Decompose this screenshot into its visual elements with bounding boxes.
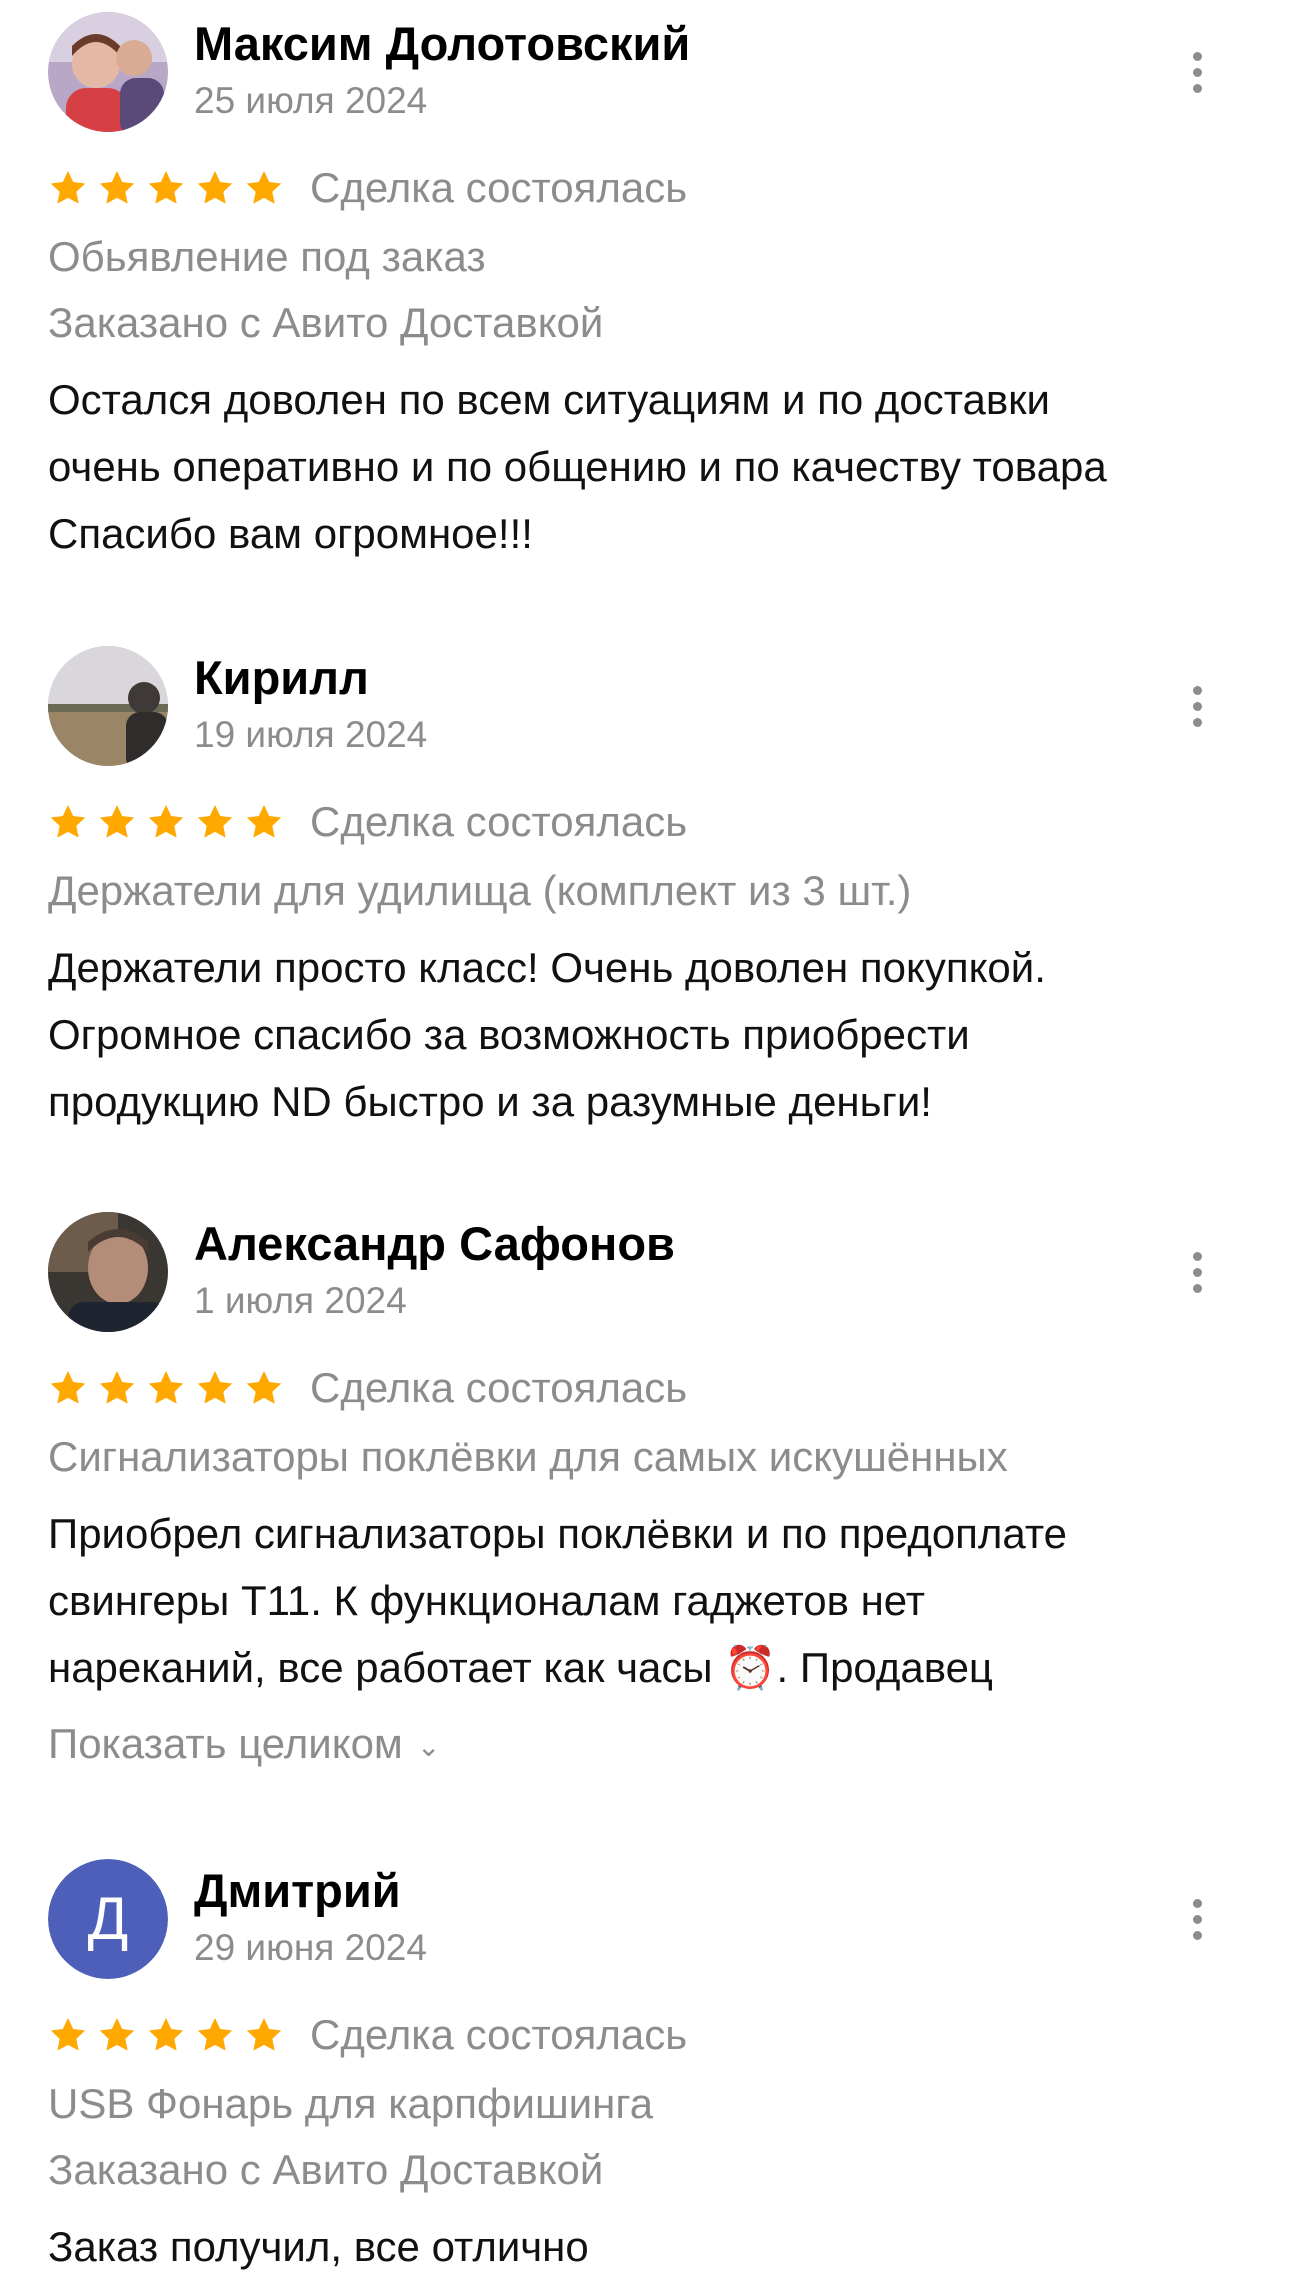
reviewer-name[interactable]: Кирилл bbox=[194, 650, 369, 706]
star-icon bbox=[99, 1371, 135, 1404]
star-icon bbox=[148, 1371, 184, 1404]
rating-stars bbox=[48, 1368, 284, 1408]
avatar-photo bbox=[48, 646, 168, 766]
review-text: Держатели просто класс! Очень доволен по… bbox=[48, 944, 1046, 1125]
review-date: 29 июня 2024 bbox=[194, 1927, 427, 1968]
avatar[interactable] bbox=[48, 1212, 168, 1332]
more-vertical-icon[interactable] bbox=[1172, 678, 1222, 734]
review-date: 1 июля 2024 bbox=[194, 1280, 407, 1321]
delivery-note: Заказано с Авито Доставкой bbox=[48, 2146, 604, 2193]
star-icon bbox=[50, 805, 86, 838]
rating-row: Сделка состоялась bbox=[48, 158, 687, 218]
star-icon bbox=[50, 171, 86, 204]
avatar[interactable]: Д bbox=[48, 1859, 168, 1979]
star-icon bbox=[148, 805, 184, 838]
avatar[interactable] bbox=[48, 12, 168, 132]
delivery-note: Заказано с Авито Доставкой bbox=[48, 299, 604, 346]
review-text: Заказ получил, все отлично bbox=[48, 2223, 589, 2270]
star-icon bbox=[246, 171, 282, 204]
more-vertical-icon[interactable] bbox=[1172, 1244, 1222, 1300]
deal-status: Сделка состоялась bbox=[310, 798, 688, 845]
review-item-title[interactable]: Сигнализаторы поклёвки для самых искушён… bbox=[48, 1424, 1008, 1490]
star-icon bbox=[50, 1371, 86, 1404]
star-icon bbox=[50, 2018, 86, 2051]
star-icon bbox=[99, 805, 135, 838]
star-icon bbox=[197, 171, 233, 204]
reviewer-name[interactable]: Максим Долотовский bbox=[194, 16, 690, 72]
star-icon bbox=[197, 805, 233, 838]
rating-stars bbox=[48, 168, 284, 208]
review-text: Остался доволен по всем ситуациям и по д… bbox=[48, 376, 1107, 557]
star-icon bbox=[148, 171, 184, 204]
star-icon bbox=[99, 2018, 135, 2051]
avatar-photo bbox=[48, 12, 168, 132]
star-icon bbox=[246, 805, 282, 838]
deal-status: Сделка состоялась bbox=[310, 164, 688, 211]
more-vertical-icon[interactable] bbox=[1172, 44, 1222, 100]
deal-status: Сделка состоялась bbox=[310, 1364, 688, 1411]
star-icon bbox=[246, 1371, 282, 1404]
show-full-review-button[interactable]: Показать целиком ⌄ bbox=[48, 1714, 440, 1777]
rating-row: Сделка состоялась bbox=[48, 2005, 687, 2065]
deal-status: Сделка состоялась bbox=[310, 2011, 688, 2058]
star-icon bbox=[99, 171, 135, 204]
avatar-initial: Д bbox=[48, 1859, 168, 1979]
star-icon bbox=[148, 2018, 184, 2051]
review-item-title[interactable]: USB Фонарь для карпфишинга bbox=[48, 2071, 653, 2137]
rating-row: Сделка состоялась bbox=[48, 1358, 687, 1418]
chevron-down-icon: ⌄ bbox=[416, 1730, 441, 1762]
rating-row: Сделка состоялась bbox=[48, 792, 687, 852]
review-text: Приобрел сигнализаторы поклёвки и по пре… bbox=[48, 1510, 1067, 1691]
star-icon bbox=[197, 1371, 233, 1404]
avatar-photo bbox=[48, 1212, 168, 1332]
rating-stars bbox=[48, 2015, 284, 2055]
avatar[interactable] bbox=[48, 646, 168, 766]
review-item-title[interactable]: Держатели для удилища (комплект из 3 шт.… bbox=[48, 858, 911, 924]
star-icon bbox=[246, 2018, 282, 2051]
more-vertical-icon[interactable] bbox=[1172, 1891, 1222, 1947]
review-item-title[interactable]: Обьявление под заказ bbox=[48, 224, 486, 290]
review-date: 19 июля 2024 bbox=[194, 714, 428, 755]
review-date: 25 июля 2024 bbox=[194, 80, 428, 121]
show-more-label: Показать целиком bbox=[48, 1720, 403, 1767]
reviewer-name[interactable]: Александр Сафонов bbox=[194, 1216, 675, 1272]
rating-stars bbox=[48, 802, 284, 842]
star-icon bbox=[197, 2018, 233, 2051]
reviewer-name[interactable]: Дмитрий bbox=[194, 1863, 401, 1919]
